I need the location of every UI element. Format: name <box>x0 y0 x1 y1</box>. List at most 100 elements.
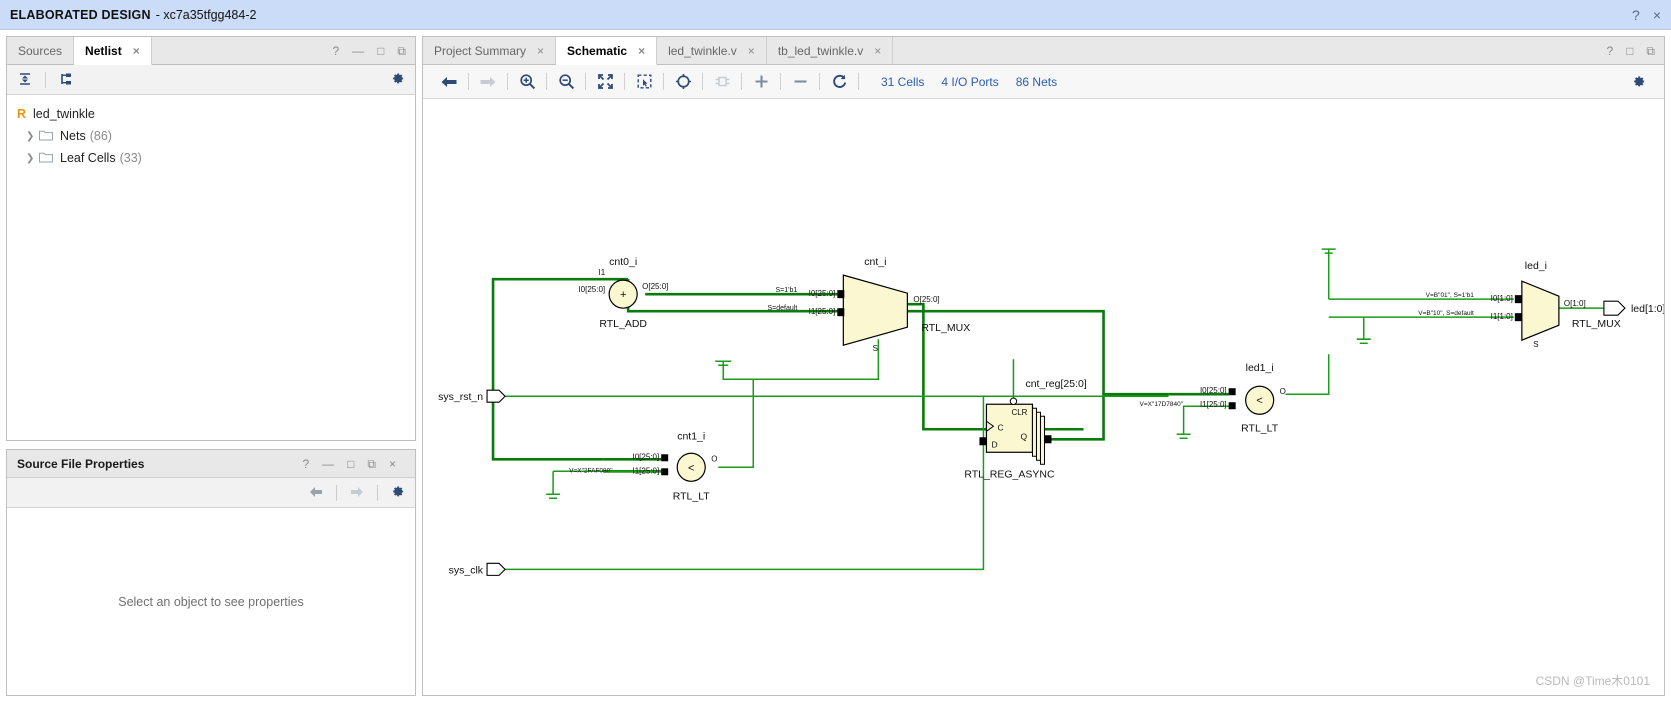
properties-title: Source File Properties <box>17 456 145 471</box>
tab-sources-label: Sources <box>18 43 63 58</box>
regenerate-icon[interactable] <box>825 70 853 94</box>
svg-text:cnt_reg[25:0]: cnt_reg[25:0] <box>1025 378 1086 390</box>
maximize-icon[interactable]: □ <box>347 458 354 470</box>
svg-text:+: + <box>620 289 626 301</box>
tree-item-nets-count: (86) <box>89 129 112 143</box>
svg-text:sys_clk: sys_clk <box>449 564 484 576</box>
zoom-out-icon[interactable] <box>552 70 580 94</box>
tab-schematic-label: Schematic <box>567 43 628 58</box>
svg-text:V=X"2FAF080": V=X"2FAF080" <box>569 467 613 474</box>
float-icon[interactable]: ⧉ <box>397 45 406 57</box>
svg-text:led1_i: led1_i <box>1246 362 1274 374</box>
port-sys-clk[interactable]: sys_clk <box>449 562 506 576</box>
tab-project-summary[interactable]: Project Summary × <box>423 37 557 64</box>
collapse-all-icon[interactable] <box>17 71 33 89</box>
port-sys-rst-n[interactable]: sys_rst_n <box>438 389 506 403</box>
stat-nets[interactable]: 86 Nets <box>1016 75 1057 89</box>
svg-text:<: < <box>688 462 694 474</box>
svg-text:O[1:0]: O[1:0] <box>1564 299 1586 308</box>
stat-io-ports[interactable]: 4 I/O Ports <box>941 75 998 89</box>
editor-tabstrip: Project Summary × Schematic × led_twinkl… <box>423 37 1664 65</box>
window-title-device: - xc7a35tfgg484-2 <box>155 7 257 22</box>
help-icon[interactable]: ? <box>1606 45 1613 57</box>
root-badge-icon: R <box>17 107 27 121</box>
gear-icon[interactable] <box>390 71 405 88</box>
svg-text:RTL_MUX: RTL_MUX <box>921 322 970 334</box>
zoom-in-icon[interactable] <box>513 70 541 94</box>
maximize-icon[interactable]: □ <box>1626 45 1633 57</box>
forward-arrow-icon[interactable] <box>349 485 365 501</box>
minimize-icon[interactable]: — <box>352 45 364 57</box>
svg-text:led_i: led_i <box>1525 260 1547 272</box>
properties-header: Source File Properties ? — □ ⧉ × <box>7 450 415 478</box>
zoom-fit-icon[interactable] <box>591 70 619 94</box>
svg-text:led[1:0]: led[1:0] <box>1631 303 1664 315</box>
svg-text:I1[1:0]: I1[1:0] <box>1491 312 1513 321</box>
chevron-right-icon[interactable]: ❯ <box>26 131 39 142</box>
gear-icon[interactable] <box>390 484 405 501</box>
help-icon[interactable]: ? <box>302 458 309 470</box>
tab-netlist-label: Netlist <box>85 43 122 58</box>
tree-item-leaf-cells[interactable]: ❯ Leaf Cells (33) <box>17 147 415 169</box>
tab-netlist-close-icon[interactable]: × <box>133 44 140 58</box>
window-title-bar: ELABORATED DESIGN - xc7a35tfgg484-2 ? × <box>0 0 1671 30</box>
chevron-right-icon[interactable]: ❯ <box>26 153 39 164</box>
gear-icon[interactable] <box>1624 70 1652 94</box>
tab-close-icon[interactable]: × <box>874 44 881 58</box>
tab-close-icon[interactable]: × <box>537 44 544 58</box>
tab-close-icon[interactable]: × <box>638 44 645 58</box>
tab-led-twinkle-v[interactable]: led_twinkle.v × <box>657 37 767 64</box>
workspace: Sources Netlist × ? — □ ⧉ R led_twinkle … <box>0 30 1671 702</box>
schematic-drawing[interactable]: sys_rst_n sys_clk led[1:0] cnt0_i + RTL_… <box>423 99 1664 659</box>
tab-netlist[interactable]: Netlist × <box>74 37 152 65</box>
remove-icon[interactable] <box>786 70 814 94</box>
tab-tb-led-twinkle-v[interactable]: tb_led_twinkle.v × <box>767 37 894 64</box>
svg-text:RTL_REG_ASYNC: RTL_REG_ASYNC <box>964 468 1055 480</box>
source-file-properties-panel: Source File Properties ? — □ ⧉ × Select … <box>6 449 416 696</box>
tab-close-icon[interactable]: × <box>748 44 755 58</box>
netlist-panel-controls: ? — □ ⧉ <box>323 37 415 64</box>
close-icon[interactable]: × <box>389 458 396 470</box>
svg-text:RTL_LT: RTL_LT <box>673 490 711 502</box>
properties-empty-message: Select an object to see properties <box>118 594 304 609</box>
tree-item-leaf-cells-label: Leaf Cells <box>60 151 116 165</box>
folder-icon <box>39 151 53 166</box>
add-icon[interactable] <box>747 70 775 94</box>
svg-text:C: C <box>997 422 1003 432</box>
window-title: ELABORATED DESIGN <box>10 7 151 22</box>
port-led[interactable]: led[1:0] <box>1603 300 1664 316</box>
help-icon[interactable]: ? <box>332 45 339 57</box>
tab-sources[interactable]: Sources <box>7 37 75 64</box>
zoom-selection-icon[interactable] <box>669 70 697 94</box>
svg-text:O[25:0]: O[25:0] <box>642 282 668 291</box>
tree-item-leaf-cells-count: (33) <box>119 151 142 165</box>
editor-tabstrip-filler <box>893 37 1597 64</box>
back-arrow-icon[interactable] <box>308 485 324 501</box>
expand-hierarchy-icon[interactable] <box>58 71 74 89</box>
schematic-canvas[interactable]: sys_rst_n sys_clk led[1:0] cnt0_i + RTL_… <box>423 99 1664 695</box>
maximize-icon[interactable]: □ <box>377 45 384 57</box>
cell-led1-i[interactable]: led1_i < RTL_LT I0[25:0] I1[25:0] V=X"17… <box>1140 362 1286 434</box>
tree-item-nets[interactable]: ❯ Nets (86) <box>17 125 415 147</box>
svg-text:I0[25:0]: I0[25:0] <box>578 285 605 294</box>
float-icon[interactable]: ⧉ <box>1646 45 1655 57</box>
tree-item-nets-label: Nets <box>60 129 86 143</box>
cell-cnt1-i[interactable]: cnt1_i < RTL_LT I0[25:0] I1[25:0] V=X"2F… <box>569 430 717 502</box>
editor-panel-controls: ? □ ⧉ <box>1597 37 1664 64</box>
back-icon[interactable] <box>435 70 463 94</box>
svg-text:I0[25:0]: I0[25:0] <box>632 452 659 461</box>
minimize-icon[interactable]: — <box>322 458 334 470</box>
help-icon[interactable]: ? <box>1632 8 1640 22</box>
expand-cell-icon <box>708 70 736 94</box>
svg-text:I1: I1 <box>598 268 605 277</box>
svg-text:O: O <box>1280 387 1286 396</box>
cell-cnt-i[interactable]: cnt_i I0[25:0] I1[25:0] S=1'b1 S=default… <box>768 256 971 353</box>
tab-schematic[interactable]: Schematic × <box>556 37 658 65</box>
tree-root-led-twinkle[interactable]: R led_twinkle <box>17 103 415 125</box>
stat-cells[interactable]: 31 Cells <box>881 75 924 89</box>
float-icon[interactable]: ⧉ <box>367 458 376 470</box>
zoom-area-icon[interactable] <box>630 70 658 94</box>
close-icon[interactable]: × <box>1653 8 1661 22</box>
cell-led-i[interactable]: led_i I0[1:0] I1[1:0] V=B"01", S=1'b1 V=… <box>1418 260 1620 349</box>
svg-text:RTL_MUX: RTL_MUX <box>1572 318 1621 330</box>
